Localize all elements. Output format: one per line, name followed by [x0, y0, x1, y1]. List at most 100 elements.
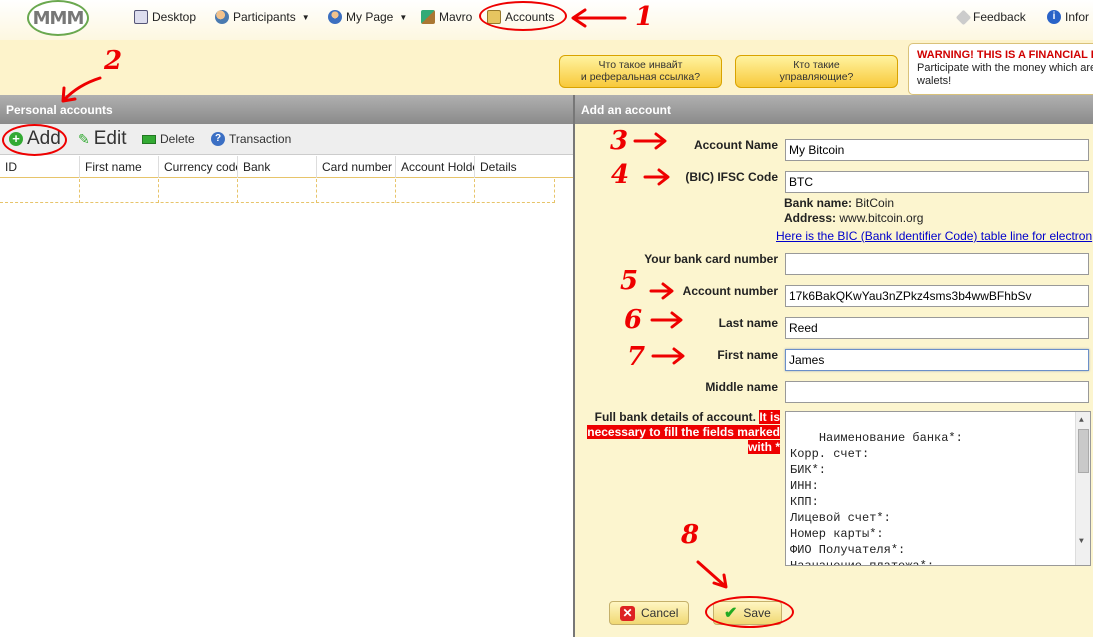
first-name-input[interactable] — [785, 349, 1089, 371]
table-cell — [159, 179, 238, 203]
annotation-number-3: 3 — [610, 126, 629, 156]
annotation-ring-add — [2, 124, 67, 156]
first-name-label: First name — [717, 348, 778, 362]
nav-mavro-label: Mavro — [439, 10, 473, 24]
transaction-label: Transaction — [229, 132, 292, 146]
scroll-up-icon[interactable]: ▲ — [1079, 413, 1084, 429]
warning-title: WARNING! THIS IS A FINANCIAL P — [917, 49, 1093, 61]
middle-name-input[interactable] — [785, 381, 1089, 403]
annotation-number-7: 7 — [627, 342, 646, 372]
cancel-button[interactable]: ✕ Cancel — [609, 601, 690, 625]
column-id[interactable]: ID — [0, 156, 80, 178]
bank-address-info: Address: www.bitcoin.org — [784, 211, 923, 225]
add-account-form: Account Name (BIC) IFSC Code Bank name: … — [575, 124, 1093, 637]
info-icon: i — [1047, 10, 1061, 24]
column-account-holder[interactable]: Account Holder — [396, 156, 475, 178]
delete-button[interactable]: Delete — [142, 132, 195, 146]
bank-card-input[interactable] — [785, 253, 1089, 275]
add-account-header: Add an account — [575, 95, 1093, 124]
cancel-label: Cancel — [641, 606, 679, 620]
feedback-link[interactable]: Feedback — [955, 8, 1026, 26]
table-cell — [0, 179, 80, 203]
bic-code-label: (BIC) IFSC Code — [685, 170, 778, 184]
account-number-label: Account number — [682, 284, 778, 298]
annotation-number-8: 8 — [681, 520, 700, 550]
table-cell — [80, 179, 159, 203]
annotation-number-4: 4 — [611, 160, 630, 190]
table-cell — [396, 179, 475, 203]
user-icon — [328, 10, 342, 24]
column-details[interactable]: Details — [475, 156, 555, 178]
middle-name-label: Middle name — [705, 380, 778, 394]
account-name-label: Account Name — [693, 138, 778, 152]
scroll-down-icon[interactable]: ▼ — [1079, 534, 1084, 550]
edit-button[interactable]: ✎ Edit — [78, 128, 126, 150]
accounts-toolbar: + Add ✎ Edit Delete ? Transaction — [0, 124, 573, 155]
address-value: www.bitcoin.org — [839, 211, 924, 225]
column-bank[interactable]: Bank — [238, 156, 317, 178]
managers-info-button[interactable]: Кто такие управляющие? — [735, 55, 898, 88]
nav-participants[interactable]: Participants ▼ — [215, 8, 310, 26]
last-name-input[interactable] — [785, 317, 1089, 339]
column-first-name[interactable]: First name — [80, 156, 159, 178]
nav-desktop[interactable]: Desktop — [134, 8, 196, 26]
participants-icon — [215, 10, 229, 24]
column-currency-code[interactable]: Currency code — [159, 156, 238, 178]
full-bank-label-text: Full bank details of account. — [594, 410, 756, 424]
accounts-table-header: ID First name Currency code Bank Card nu… — [0, 156, 573, 178]
info-label: Infor — [1065, 10, 1090, 24]
nav-my-page[interactable]: My Page ▼ — [328, 8, 407, 26]
bank-card-label: Your bank card number — [644, 252, 778, 266]
pencil-icon: ✎ — [78, 130, 90, 147]
edit-label: Edit — [93, 128, 127, 149]
account-name-input[interactable] — [785, 139, 1089, 161]
full-bank-details-label: Full bank details of account. It is nece… — [585, 410, 780, 455]
invite-info-button[interactable]: Что такое инвайт и реферальная ссылка? — [559, 55, 722, 88]
feedback-label: Feedback — [973, 10, 1026, 24]
mavro-icon — [421, 10, 435, 24]
warning-line-1: Participate with the money which are — [917, 62, 1093, 74]
annotation-number-5: 5 — [620, 266, 639, 296]
nav-my-page-label: My Page — [346, 10, 394, 24]
annotation-number-1: 1 — [635, 2, 654, 32]
transaction-button[interactable]: ? Transaction — [211, 132, 291, 146]
bank-name-info: Bank name: BitCoin — [784, 196, 894, 210]
nav-participants-label: Participants — [233, 10, 296, 24]
info-link[interactable]: i Infor — [1047, 8, 1089, 26]
account-number-input[interactable] — [785, 285, 1089, 307]
table-cell — [317, 179, 396, 203]
textarea-scrollbar[interactable]: ▲ ▼ — [1075, 412, 1090, 565]
desktop-icon — [134, 10, 148, 24]
scroll-thumb[interactable] — [1078, 429, 1089, 473]
personal-accounts-header: Personal accounts — [0, 95, 573, 124]
nav-desktop-label: Desktop — [152, 10, 197, 24]
bank-name-key: Bank name: — [784, 196, 853, 210]
bic-table-link[interactable]: Here is the BIC (Bank Identifier Code) t… — [776, 229, 1092, 243]
chevron-down-icon: ▼ — [301, 12, 310, 22]
nav-mavro[interactable]: Mavro — [421, 8, 472, 26]
logo-text: MMM — [32, 7, 85, 29]
mmm-logo[interactable]: MMM — [27, 0, 89, 36]
annotation-number-2: 2 — [104, 46, 123, 76]
promo-band: Что такое инвайт и реферальная ссылка? К… — [0, 40, 1093, 95]
feedback-icon — [955, 9, 972, 25]
help-icon: ? — [211, 132, 225, 146]
financial-warning: WARNING! THIS IS A FINANCIAL P Participa… — [908, 43, 1093, 95]
table-cell — [475, 179, 555, 203]
warning-line-2: walets! — [917, 75, 952, 87]
annotation-ring-save — [705, 596, 794, 628]
bank-details-textarea[interactable]: Наименование банка*: Корр. счет: БИК*: И… — [785, 411, 1091, 566]
bic-code-input[interactable] — [785, 171, 1089, 193]
annotation-ring-accounts — [479, 1, 567, 31]
minus-icon — [142, 134, 156, 144]
chevron-down-icon: ▼ — [399, 12, 408, 22]
last-name-label: Last name — [718, 316, 778, 330]
address-key: Address: — [784, 211, 837, 225]
column-card-number[interactable]: Card number — [317, 156, 396, 178]
annotation-number-6: 6 — [624, 305, 643, 335]
delete-label: Delete — [160, 132, 195, 146]
bank-name-value: BitCoin — [855, 196, 895, 210]
table-cell — [238, 179, 317, 203]
bank-details-text: Наименование банка*: Корр. счет: БИК*: И… — [790, 431, 963, 566]
table-row[interactable] — [0, 179, 555, 203]
